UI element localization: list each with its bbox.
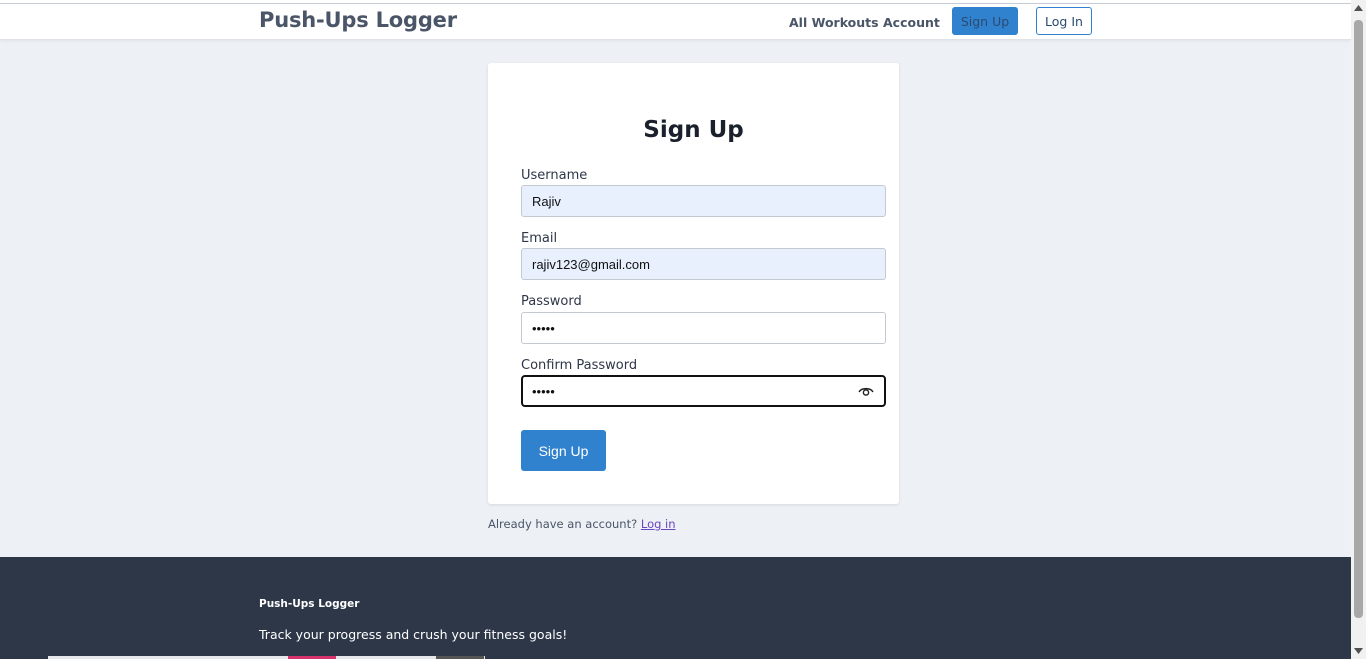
email-field[interactable]: rajiv123@gmail.com [521, 248, 886, 280]
footer-tagline: Track your progress and crush your fitne… [259, 627, 568, 642]
password-label: Password [521, 294, 582, 309]
scroll-up-arrow-icon[interactable] [1354, 4, 1363, 12]
scroll-down-arrow-icon[interactable] [1354, 647, 1363, 655]
email-label: Email [521, 231, 558, 246]
login-link[interactable]: Log in [641, 517, 676, 531]
confirm-password-field[interactable]: ••••• [521, 375, 886, 407]
signup-submit-button[interactable]: Sign Up [521, 430, 606, 471]
navbar: Push-Ups Logger All Workouts Account Sig… [0, 4, 1351, 40]
signup-card: Sign Up Username Rajiv Email rajiv123@gm… [488, 63, 899, 504]
login-prompt: Already have an account? Log in [488, 517, 676, 531]
scrollbar-thumb[interactable] [1354, 20, 1363, 618]
page-title: Sign Up [643, 117, 744, 143]
footer: Push-Ups Logger Track your progress and … [0, 557, 1351, 659]
nav-signup-button[interactable]: Sign Up [952, 7, 1018, 35]
confirm-password-value: ••••• [532, 383, 555, 399]
login-prompt-text: Already have an account? [488, 517, 638, 531]
confirm-password-label: Confirm Password [521, 358, 638, 373]
email-value: rajiv123@gmail.com [532, 256, 650, 272]
footer-brand: Push-Ups Logger [259, 598, 360, 610]
username-value: Rajiv [532, 193, 561, 209]
nav-account[interactable]: Account [883, 15, 940, 30]
brand-logo[interactable]: Push-Ups Logger [259, 8, 457, 32]
vertical-scrollbar[interactable] [1351, 0, 1366, 659]
nav-all-workouts[interactable]: All Workouts [789, 15, 879, 30]
username-label: Username [521, 168, 588, 183]
password-field[interactable]: ••••• [521, 312, 886, 344]
username-field[interactable]: Rajiv [521, 185, 886, 217]
password-value: ••••• [532, 320, 555, 336]
nav-login-button[interactable]: Log In [1036, 7, 1092, 35]
eye-icon[interactable] [858, 384, 874, 398]
